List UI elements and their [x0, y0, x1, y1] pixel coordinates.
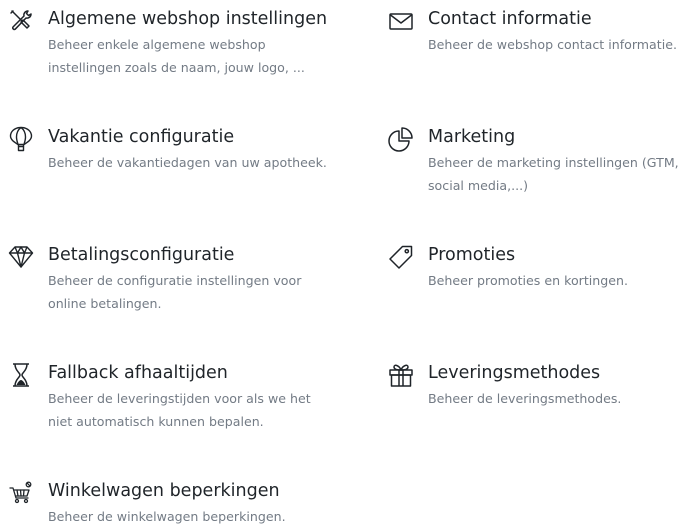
settings-item-title: Promoties	[428, 245, 516, 265]
settings-item-description: Beheer de webshop contact informatie.	[428, 37, 677, 52]
settings-item-description: Beheer promoties en kortingen.	[428, 273, 628, 288]
settings-item-title: Marketing	[428, 127, 516, 147]
settings-item-title: Contact informatie	[428, 9, 592, 29]
settings-item-description: Beheer enkele algemene webshop instellin…	[48, 37, 305, 75]
gift-icon	[388, 362, 414, 388]
settings-item-description: Beheer de marketing instellingen (GTM, s…	[428, 155, 679, 193]
pie-chart-icon	[388, 126, 414, 152]
settings-item-description: Beheer de configuratie instellingen voor…	[48, 273, 302, 311]
hourglass-icon	[8, 362, 34, 388]
settings-item-title: Vakantie configuratie	[48, 127, 235, 147]
settings-item-title: Fallback afhaaltijden	[48, 363, 228, 383]
hot-air-balloon-icon	[8, 126, 34, 152]
settings-item-title: Winkelwagen beperkingen	[48, 481, 280, 501]
tag-icon	[388, 244, 414, 270]
settings-item-title: Algemene webshop instellingen	[48, 9, 328, 29]
settings-item-title: Betalingsconfiguratie	[48, 245, 235, 265]
settings-item-description: Beheer de vakantiedagen van uw apotheek.	[48, 155, 327, 170]
settings-item-description: Beheer de leveringstijden voor als we he…	[48, 391, 311, 429]
diamond-icon	[8, 244, 34, 270]
settings-item-title: Leveringsmethodes	[428, 363, 601, 383]
shopping-cart-icon	[8, 480, 34, 506]
settings-item-description: Beheer de leveringsmethodes.	[428, 391, 622, 406]
tools-icon	[8, 8, 34, 34]
envelope-icon	[388, 8, 414, 34]
